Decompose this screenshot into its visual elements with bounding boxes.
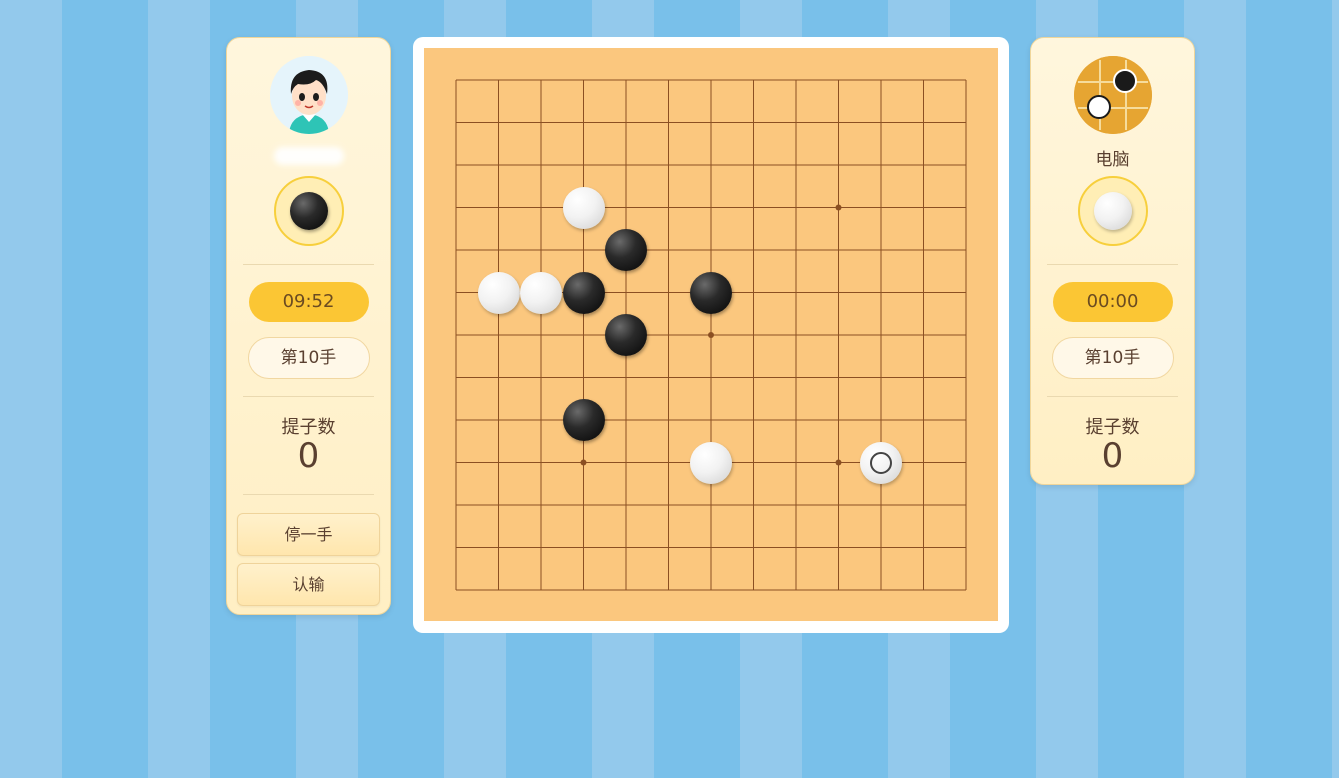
move-counter: 第10手 [247, 337, 370, 379]
divider [1047, 264, 1178, 265]
divider [243, 396, 374, 397]
go-board[interactable] [424, 48, 998, 621]
white-stone [690, 441, 732, 484]
captures-count: 0 [297, 436, 320, 476]
player-stone-indicator [273, 176, 344, 246]
divider [243, 264, 374, 265]
white-stone [477, 271, 520, 314]
player-name-redacted [273, 147, 344, 165]
star-point [708, 332, 714, 338]
white-stone [860, 441, 902, 484]
computer-name: 电脑 [1095, 150, 1130, 170]
player-panel-left: 09:52 第10手 提子数 0 停一手 认输 [226, 37, 391, 615]
black-stone [605, 229, 647, 271]
black-stone-icon [289, 192, 328, 230]
player-avatar [269, 56, 348, 134]
computer-timer: 00:00 [1052, 282, 1173, 322]
black-stone [690, 271, 732, 314]
star-point [580, 459, 587, 466]
board-grid [455, 79, 967, 591]
divider [1047, 396, 1178, 397]
black-stone [605, 314, 647, 356]
star-point [835, 204, 842, 211]
resign-button[interactable]: 认输 [237, 563, 380, 606]
pass-button[interactable]: 停一手 [237, 513, 380, 556]
divider [243, 494, 374, 495]
boy-avatar-icon [269, 56, 348, 134]
white-stone-icon [1093, 192, 1132, 230]
black-stone [562, 271, 605, 314]
white-stone [520, 271, 562, 314]
go-board-avatar-icon [1073, 56, 1152, 134]
player-panel-right: 电脑 00:00 第10手 提子数 0 [1030, 37, 1195, 485]
white-stone [562, 186, 605, 229]
board-frame [413, 37, 1009, 633]
black-stone [562, 399, 605, 441]
computer-stone-indicator [1077, 176, 1148, 246]
move-counter: 第10手 [1051, 337, 1174, 379]
captures-count: 0 [1101, 436, 1124, 476]
player-timer: 09:52 [248, 282, 369, 322]
star-point [835, 459, 842, 466]
computer-avatar [1073, 56, 1152, 134]
last-move-marker [870, 451, 892, 474]
